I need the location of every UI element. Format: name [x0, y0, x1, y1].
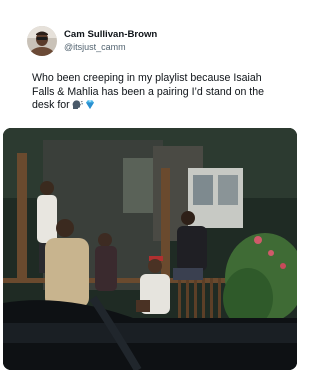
tweet-media-video-still[interactable] [3, 128, 297, 370]
tweet-card: Cam Sullivan-Brown @itsjust_camm Who bee… [0, 0, 300, 375]
tweet-header: Cam Sullivan-Brown @itsjust_camm [27, 26, 157, 56]
gem-stone-emoji-icon [84, 99, 96, 110]
author-handle[interactable]: @itsjust_camm [64, 41, 157, 53]
speaking-head-emoji-icon [71, 99, 83, 110]
tweet-text: Who been creeping in my playlist because… [32, 72, 265, 112]
tweet-text-block: Who been creeping in my playlist because… [32, 72, 272, 113]
author-avatar[interactable] [27, 26, 57, 56]
author-display-name[interactable]: Cam Sullivan-Brown [64, 29, 157, 41]
